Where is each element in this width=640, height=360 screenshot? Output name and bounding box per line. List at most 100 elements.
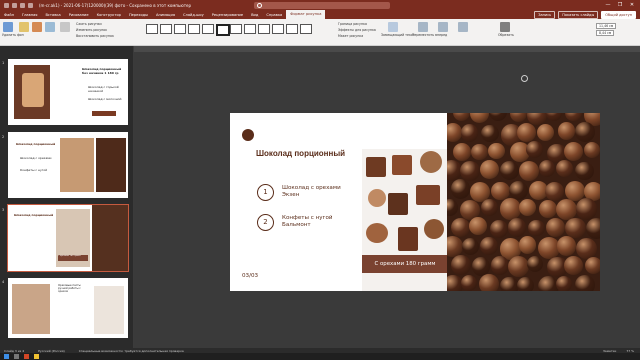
picture-style-1[interactable] (146, 24, 158, 34)
tab-animations[interactable]: Анимация (152, 13, 179, 17)
tab-insert[interactable]: Вставка (41, 13, 64, 17)
window-controls: — ❐ ✕ (602, 0, 638, 10)
picture-style-5[interactable] (202, 24, 214, 34)
tab-file[interactable]: Файл (0, 13, 18, 17)
truffle (508, 255, 530, 278)
corrections-icon[interactable] (19, 22, 29, 32)
tab-transitions[interactable]: Переходы (125, 13, 152, 17)
picture-style-6[interactable] (216, 24, 230, 36)
truffle (452, 113, 470, 122)
send-backward-icon[interactable] (438, 22, 448, 32)
truffle (556, 236, 577, 256)
redo-icon[interactable] (28, 2, 33, 8)
slide-thumbnail-1[interactable]: Шоколад порционный без начинки 1 180 гр … (8, 59, 128, 125)
truffle (469, 113, 490, 123)
present-button[interactable]: Показать слайды (558, 11, 599, 19)
tab-design[interactable]: Конструктор (93, 13, 125, 17)
slide-thumbnail-2[interactable]: Шоколад порционный Шоколад с орехами Кон… (8, 132, 128, 198)
picture-style-9[interactable] (258, 24, 270, 34)
truffle (471, 257, 491, 276)
crop-icon[interactable] (500, 22, 510, 32)
list-number: 2 (257, 214, 274, 231)
slide-thumbnail-3[interactable]: Шоколад порционный С орехами 180 грамм (7, 204, 129, 272)
language-indicator[interactable]: Русский (Россия) (38, 349, 65, 353)
accessibility-status[interactable]: Специальные возможности: требуется допол… (79, 349, 184, 353)
minimize-button[interactable]: — (602, 0, 614, 10)
truffle (469, 217, 488, 236)
tab-slideshow[interactable]: Слайд-шоу (179, 13, 208, 17)
chocolate-photo-small[interactable]: С орехами 180 грамм (362, 149, 448, 291)
truffle (555, 199, 577, 220)
change-picture-label[interactable]: Изменить рисунок (76, 28, 107, 32)
thumbnail-image (92, 205, 128, 271)
color-icon[interactable] (32, 22, 42, 32)
zoom-level[interactable]: 77 % (626, 349, 634, 353)
maximize-button[interactable]: ❐ (614, 0, 626, 10)
truffle (575, 274, 595, 291)
truffle (460, 124, 479, 142)
tab-picture-format[interactable]: Формат рисунка (286, 10, 326, 19)
share-button[interactable]: Общий доступ (601, 11, 636, 19)
truffle (451, 255, 471, 275)
truffle (518, 160, 540, 182)
truffle (480, 160, 500, 179)
remove-background-label: Удалить фон (2, 33, 24, 37)
picture-style-11[interactable] (286, 24, 298, 34)
list-item-text: Конфеты с нугой Бальмонт (282, 215, 333, 228)
start-icon[interactable] (4, 354, 9, 359)
artistic-effects-icon[interactable] (45, 22, 55, 32)
powerpoint-taskbar-icon[interactable] (24, 354, 29, 359)
truffles-photo[interactable] (447, 113, 600, 291)
tab-home[interactable]: Главная (18, 13, 42, 17)
bring-forward-icon[interactable] (418, 22, 428, 32)
picture-border-label[interactable]: Граница рисунка (338, 22, 367, 26)
tab-review[interactable]: Рецензирование (208, 13, 247, 17)
close-button[interactable]: ✕ (626, 0, 638, 10)
tab-view[interactable]: Вид (247, 13, 262, 17)
notes-button[interactable]: Заметки (603, 349, 616, 353)
truffle (517, 276, 534, 291)
tab-draw[interactable]: Рисование (65, 13, 93, 17)
explorer-taskbar-icon[interactable] (34, 354, 39, 359)
height-input[interactable]: 11,46 см (596, 23, 617, 29)
save-icon[interactable] (12, 2, 17, 8)
truffle (489, 113, 508, 122)
picture-style-10[interactable] (272, 24, 284, 34)
search-taskbar-icon[interactable] (14, 354, 19, 359)
truffle (452, 142, 472, 162)
picture-style-7[interactable] (230, 24, 242, 34)
undo-icon[interactable] (20, 2, 25, 8)
alt-text-icon[interactable] (388, 22, 398, 32)
search-box[interactable] (254, 1, 390, 9)
selection-pane-icon[interactable] (458, 22, 468, 32)
transparency-icon[interactable] (60, 22, 70, 32)
title-bar: (m-cr.ak1) - 2021-06-17(120000)(39) фото… (0, 0, 640, 10)
picture-style-8[interactable] (244, 24, 256, 34)
truffle (479, 274, 499, 291)
truffle (527, 256, 544, 273)
record-button[interactable]: Запись (534, 11, 556, 19)
picture-style-4[interactable] (188, 24, 200, 34)
tab-help[interactable]: Справка (262, 13, 286, 17)
picture-layout-label[interactable]: Макет рисунка (338, 34, 363, 38)
remove-background-icon[interactable] (3, 22, 13, 32)
rotate-handle[interactable] (521, 75, 528, 82)
picture-effects-label[interactable]: Эффекты для рисунка (338, 28, 376, 32)
slide-thumbnail-4[interactable]: Ореховые пасты ручной работы с орехом (8, 278, 128, 338)
search-icon (257, 2, 262, 8)
quick-access-toolbar (0, 2, 33, 8)
autosave-icon[interactable] (4, 2, 9, 8)
truffle (564, 256, 584, 276)
thumbnail-badge: С орехами 180 грамм (58, 255, 88, 261)
thumbnail-number: 4 (2, 280, 5, 284)
reset-picture-label[interactable]: Восстановить рисунок (76, 34, 114, 38)
truffle (447, 236, 464, 258)
picture-style-12[interactable] (300, 24, 312, 34)
truffle (517, 122, 537, 143)
picture-style-2[interactable] (160, 24, 172, 34)
width-input[interactable]: 8,44 см (596, 30, 615, 36)
compress-label[interactable]: Сжать рисунки (76, 22, 102, 26)
truffle (460, 161, 480, 181)
chocolate-piece (388, 193, 408, 215)
picture-style-3[interactable] (174, 24, 186, 34)
